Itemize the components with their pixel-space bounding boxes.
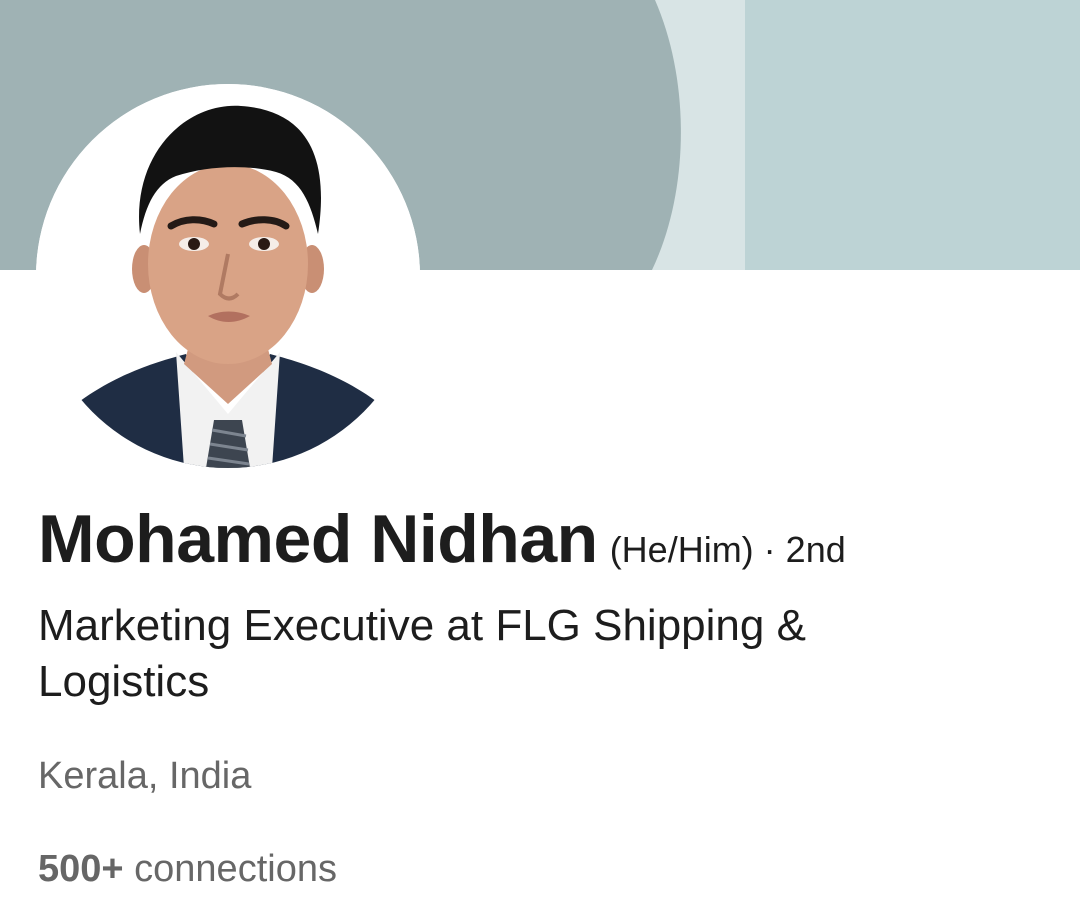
connection-degree: 2nd bbox=[785, 529, 846, 570]
degree-separator: · bbox=[763, 529, 776, 570]
profile-page: Mohamed Nidhan (He/Him) · 2nd Marketing … bbox=[0, 0, 1080, 915]
pronouns: (He/Him) bbox=[609, 529, 754, 570]
profile-name: Mohamed Nidhan bbox=[38, 501, 598, 577]
connections-count: 500+ bbox=[38, 848, 124, 890]
avatar[interactable] bbox=[36, 84, 420, 468]
name-row: Mohamed Nidhan (He/Him) · 2nd bbox=[38, 500, 846, 578]
connections-label: connections bbox=[134, 848, 337, 890]
profile-location: Kerala, India bbox=[38, 755, 252, 797]
profile-photo-icon bbox=[36, 84, 420, 468]
connections-link[interactable]: 500+ connections bbox=[38, 848, 337, 891]
profile-headline: Marketing Executive at FLG Shipping & Lo… bbox=[38, 601, 806, 706]
